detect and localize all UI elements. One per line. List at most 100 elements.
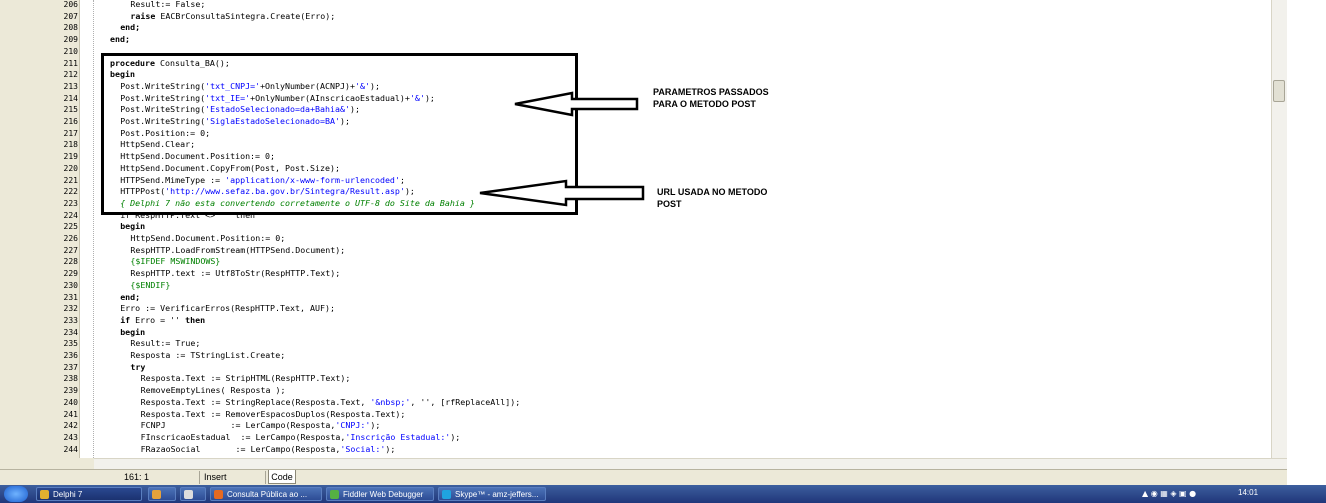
- fold-margin: [80, 0, 94, 458]
- line-number: 230: [63, 280, 78, 290]
- code-line[interactable]: RespHTTP.text := Utf8ToStr(RespHTTP.Text…: [130, 268, 340, 280]
- skype-icon: [442, 490, 451, 499]
- code-line[interactable]: HttpSend.Document.Position:= 0;: [130, 233, 285, 245]
- annotation-url-line2: POST: [657, 199, 682, 209]
- taskbar-button[interactable]: Consulta Pública ao ...: [210, 487, 322, 501]
- delphi-icon: [40, 490, 49, 499]
- line-number: 222: [63, 187, 78, 197]
- code-token: begin: [120, 326, 146, 337]
- media-icon: [152, 490, 161, 499]
- line-number: 226: [63, 234, 78, 243]
- line-number: 212: [63, 70, 78, 80]
- line-number: 231: [63, 292, 78, 302]
- code-token: Resposta.Text := RemoverEspacosDuplos(Re…: [140, 408, 406, 419]
- taskbar-button[interactable]: [180, 487, 206, 501]
- line-number: 225: [63, 222, 78, 232]
- code-token: HttpSend.Document.Position:= 0;: [130, 233, 286, 243]
- code-line[interactable]: end;: [110, 34, 130, 46]
- code-token: );: [450, 431, 461, 442]
- taskbar-button[interactable]: Delphi 7: [36, 487, 142, 501]
- line-number: 214: [63, 93, 78, 103]
- annotation-url: URL USADA NO METODO POST: [657, 186, 767, 210]
- code-token: FInscricaoEstadual := LerCampo(Resposta,: [140, 431, 346, 442]
- code-line[interactable]: begin: [120, 327, 145, 339]
- annotation-params-line1: PARAMETROS PASSADOS: [653, 87, 769, 97]
- taskbar-button-label: Fiddler Web Debugger: [343, 490, 424, 499]
- code-line[interactable]: Resposta.Text := StringReplace(Resposta.…: [141, 397, 521, 409]
- code-token: then: [185, 314, 206, 325]
- line-number: 244: [63, 444, 78, 454]
- code-line[interactable]: Erro := VerificarErros(RespHTTP.Text, AU…: [120, 303, 335, 315]
- line-number: 240: [63, 397, 78, 407]
- line-number: 216: [63, 117, 78, 126]
- tab-code[interactable]: Code: [268, 470, 296, 484]
- line-number: 209: [63, 35, 78, 45]
- line-number: 238: [63, 374, 78, 384]
- code-token: RespHTTP.LoadFromStream(HTTPSend.Documen…: [130, 244, 346, 255]
- tray-icons[interactable]: ▲ ◉ ▦ ◈ ▣ ●: [1142, 489, 1196, 498]
- line-number: 206: [63, 0, 78, 9]
- taskbar-button-label: Consulta Pública ao ...: [227, 490, 308, 499]
- code-token: end;: [120, 22, 141, 33]
- code-line[interactable]: FInscricaoEstadual := LerCampo(Resposta,…: [141, 432, 461, 444]
- code-token: end;: [110, 34, 130, 45]
- code-token: FRazaoSocial := LerCampo(Resposta,: [140, 443, 341, 454]
- code-token: RespHTTP.text := Utf8ToStr(RespHTTP.Text…: [130, 268, 341, 279]
- code-token: try: [130, 361, 146, 372]
- line-number: 241: [63, 409, 78, 419]
- code-token: raise: [130, 10, 156, 21]
- code-token: if: [120, 314, 131, 325]
- line-number: 208: [63, 23, 78, 33]
- code-token: 'CNPJ:': [335, 420, 371, 431]
- code-line[interactable]: raise EACBrConsultaSintegra.Create(Erro)…: [130, 11, 335, 23]
- taskbar-button[interactable]: Fiddler Web Debugger: [326, 487, 434, 501]
- start-button[interactable]: [4, 486, 28, 502]
- code-token: Resposta.Text := StringReplace(Resposta.…: [140, 396, 371, 407]
- firefox-icon: [214, 490, 223, 499]
- taskbar-button[interactable]: Skype™ - amz-jeffers...: [438, 487, 546, 501]
- line-number: 218: [63, 140, 78, 150]
- code-line[interactable]: RemoveEmptyLines( Resposta );: [141, 385, 286, 397]
- notepad-icon: [184, 490, 193, 499]
- taskbar-button[interactable]: [148, 487, 176, 501]
- vertical-scrollbar-thumb[interactable]: [1273, 80, 1285, 102]
- code-token: 'Inscrição Estadual:': [345, 431, 451, 442]
- code-token: Erro := VerificarErros(RespHTTP.Text, AU…: [120, 303, 335, 314]
- code-line[interactable]: Result:= True;: [130, 338, 200, 350]
- code-token: Result:= False;: [130, 0, 206, 9]
- code-line[interactable]: Result:= False;: [130, 0, 205, 11]
- line-number: 215: [63, 105, 78, 115]
- code-line[interactable]: end;: [120, 292, 140, 304]
- code-line[interactable]: Resposta := TStringList.Create;: [130, 350, 285, 362]
- line-number: 211: [63, 58, 78, 68]
- line-number: 232: [63, 304, 78, 314]
- tray-area: ▲ ◉ ▦ ◈ ▣ ● 14:01: [1140, 487, 1320, 501]
- code-token: Resposta := TStringList.Create;: [130, 350, 286, 360]
- line-number: 233: [63, 315, 78, 325]
- status-bar: 161: 1 Insert Code: [0, 469, 1287, 485]
- line-number: 237: [63, 362, 78, 372]
- gutter-footer: [0, 458, 94, 469]
- code-line[interactable]: Resposta.Text := StripHTML(RespHTTP.Text…: [141, 373, 351, 385]
- line-number: 224: [63, 210, 78, 220]
- clock[interactable]: 14:01: [1238, 488, 1258, 497]
- horizontal-scrollbar[interactable]: [94, 458, 1287, 469]
- code-line[interactable]: {$IFDEF MSWINDOWS}: [130, 256, 220, 268]
- code-token: RemoveEmptyLines( Resposta );: [140, 385, 286, 396]
- vertical-scrollbar[interactable]: [1271, 0, 1287, 458]
- code-token: '&nbsp;': [370, 396, 411, 407]
- code-line[interactable]: {$ENDIF}: [130, 280, 170, 292]
- taskbar-button-label: Skype™ - amz-jeffers...: [455, 490, 539, 499]
- code-token: begin: [120, 221, 146, 232]
- code-line[interactable]: if Erro = '' then: [120, 315, 205, 327]
- code-token: 'Social:': [340, 443, 386, 454]
- edit-mode: Insert: [200, 471, 266, 484]
- code-token: {$ENDIF}: [130, 279, 171, 290]
- code-line[interactable]: try: [130, 362, 145, 374]
- code-line[interactable]: end;: [120, 22, 140, 34]
- code-line[interactable]: FRazaoSocial := LerCampo(Resposta,'Socia…: [141, 444, 396, 456]
- code-line[interactable]: RespHTTP.LoadFromStream(HTTPSend.Documen…: [130, 245, 345, 257]
- code-line[interactable]: FCNPJ := LerCampo(Resposta,'CNPJ:');: [141, 420, 381, 432]
- code-line[interactable]: begin: [120, 221, 145, 233]
- code-line[interactable]: Resposta.Text := RemoverEspacosDuplos(Re…: [141, 409, 406, 421]
